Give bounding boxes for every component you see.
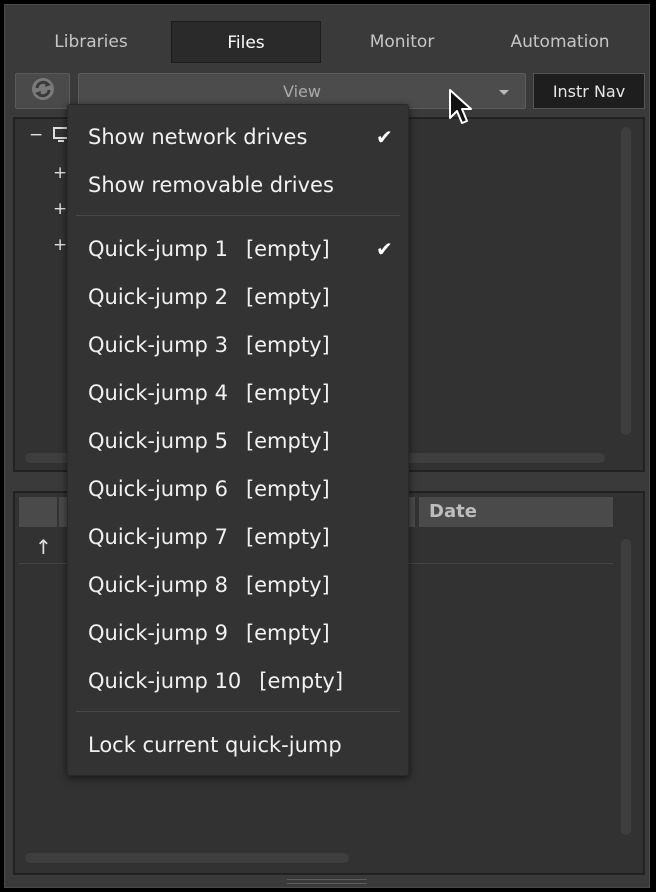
files-horizontal-scrollbar[interactable]	[25, 853, 349, 863]
menu-item-tag: [empty]	[245, 381, 330, 405]
menu-item-quick-jump-1[interactable]: Quick-jump 1 [empty] ✔	[68, 225, 408, 273]
menu-item-label: Quick-jump 6	[88, 477, 228, 501]
menu-item-quick-jump-8[interactable]: Quick-jump 8 [empty]	[68, 561, 408, 609]
instr-nav-button[interactable]: Instr Nav	[533, 73, 645, 109]
files-vertical-scrollbar[interactable]	[621, 539, 631, 835]
menu-item-label: Quick-jump 9	[88, 621, 228, 645]
tab-libraries[interactable]: Libraries	[27, 21, 155, 63]
menu-item-label: Quick-jump 3	[88, 333, 228, 357]
menu-item-tag: [empty]	[245, 573, 330, 597]
column-header-icon[interactable]	[19, 497, 57, 527]
menu-item-label: Lock current quick-jump	[88, 733, 342, 757]
menu-item-label: Quick-jump 4	[88, 381, 228, 405]
menu-item-label: Quick-jump 1	[88, 237, 228, 261]
menu-item-quick-jump-6[interactable]: Quick-jump 6 [empty]	[68, 465, 408, 513]
checkmark-icon: ✔	[376, 237, 393, 261]
expand-toggle[interactable]: +	[53, 163, 67, 183]
resize-grip[interactable]	[287, 879, 367, 884]
menu-item-label: Quick-jump 8	[88, 573, 228, 597]
tree-vertical-scrollbar[interactable]	[621, 127, 631, 435]
checkmark-icon: ✔	[376, 125, 393, 149]
refresh-icon	[30, 76, 56, 106]
menu-item-tag: [empty]	[245, 333, 330, 357]
menu-item-quick-jump-3[interactable]: Quick-jump 3 [empty]	[68, 321, 408, 369]
mouse-pointer-icon	[448, 88, 474, 132]
tab-automation[interactable]: Automation	[491, 21, 629, 63]
column-header-date[interactable]: Date	[419, 497, 613, 527]
menu-item-label: Quick-jump 5	[88, 429, 228, 453]
expand-toggle[interactable]: +	[53, 199, 67, 219]
menu-item-show-network-drives[interactable]: Show network drives ✔	[68, 113, 408, 161]
collapse-toggle[interactable]: −	[29, 125, 43, 145]
menu-item-label: Quick-jump 2	[88, 285, 228, 309]
expand-toggle[interactable]: +	[53, 235, 67, 255]
menu-item-tag: [empty]	[259, 669, 344, 693]
chevron-down-icon	[499, 90, 509, 95]
menu-item-quick-jump-5[interactable]: Quick-jump 5 [empty]	[68, 417, 408, 465]
menu-item-tag: [empty]	[245, 237, 330, 261]
menu-item-lock-current-quick-jump[interactable]: Lock current quick-jump	[68, 721, 408, 769]
menu-item-quick-jump-2[interactable]: Quick-jump 2 [empty]	[68, 273, 408, 321]
parent-folder-up-icon[interactable]: ↑	[35, 535, 52, 559]
menu-item-label: Show network drives	[88, 125, 308, 149]
menu-item-tag: [empty]	[245, 621, 330, 645]
menu-item-label: Show removable drives	[88, 173, 334, 197]
tab-files[interactable]: Files	[171, 21, 321, 63]
view-dropdown-menu: Show network drives ✔ Show removable dri…	[67, 104, 409, 776]
menu-item-tag: [empty]	[245, 525, 330, 549]
menu-separator	[76, 711, 400, 712]
refresh-button[interactable]	[15, 73, 70, 109]
tab-monitor[interactable]: Monitor	[337, 21, 467, 63]
view-dropdown-label: View	[283, 82, 321, 101]
menu-item-tag: [empty]	[245, 285, 330, 309]
menu-item-label: Quick-jump 7	[88, 525, 228, 549]
menu-item-quick-jump-7[interactable]: Quick-jump 7 [empty]	[68, 513, 408, 561]
menu-item-quick-jump-10[interactable]: Quick-jump 10 [empty]	[68, 657, 408, 705]
menu-item-tag: [empty]	[245, 429, 330, 453]
menu-item-tag: [empty]	[245, 477, 330, 501]
menu-item-quick-jump-4[interactable]: Quick-jump 4 [empty]	[68, 369, 408, 417]
menu-item-quick-jump-9[interactable]: Quick-jump 9 [empty]	[68, 609, 408, 657]
menu-item-show-removable-drives[interactable]: Show removable drives	[68, 161, 408, 209]
menu-separator	[76, 215, 400, 216]
menu-item-label: Quick-jump 10	[88, 669, 242, 693]
